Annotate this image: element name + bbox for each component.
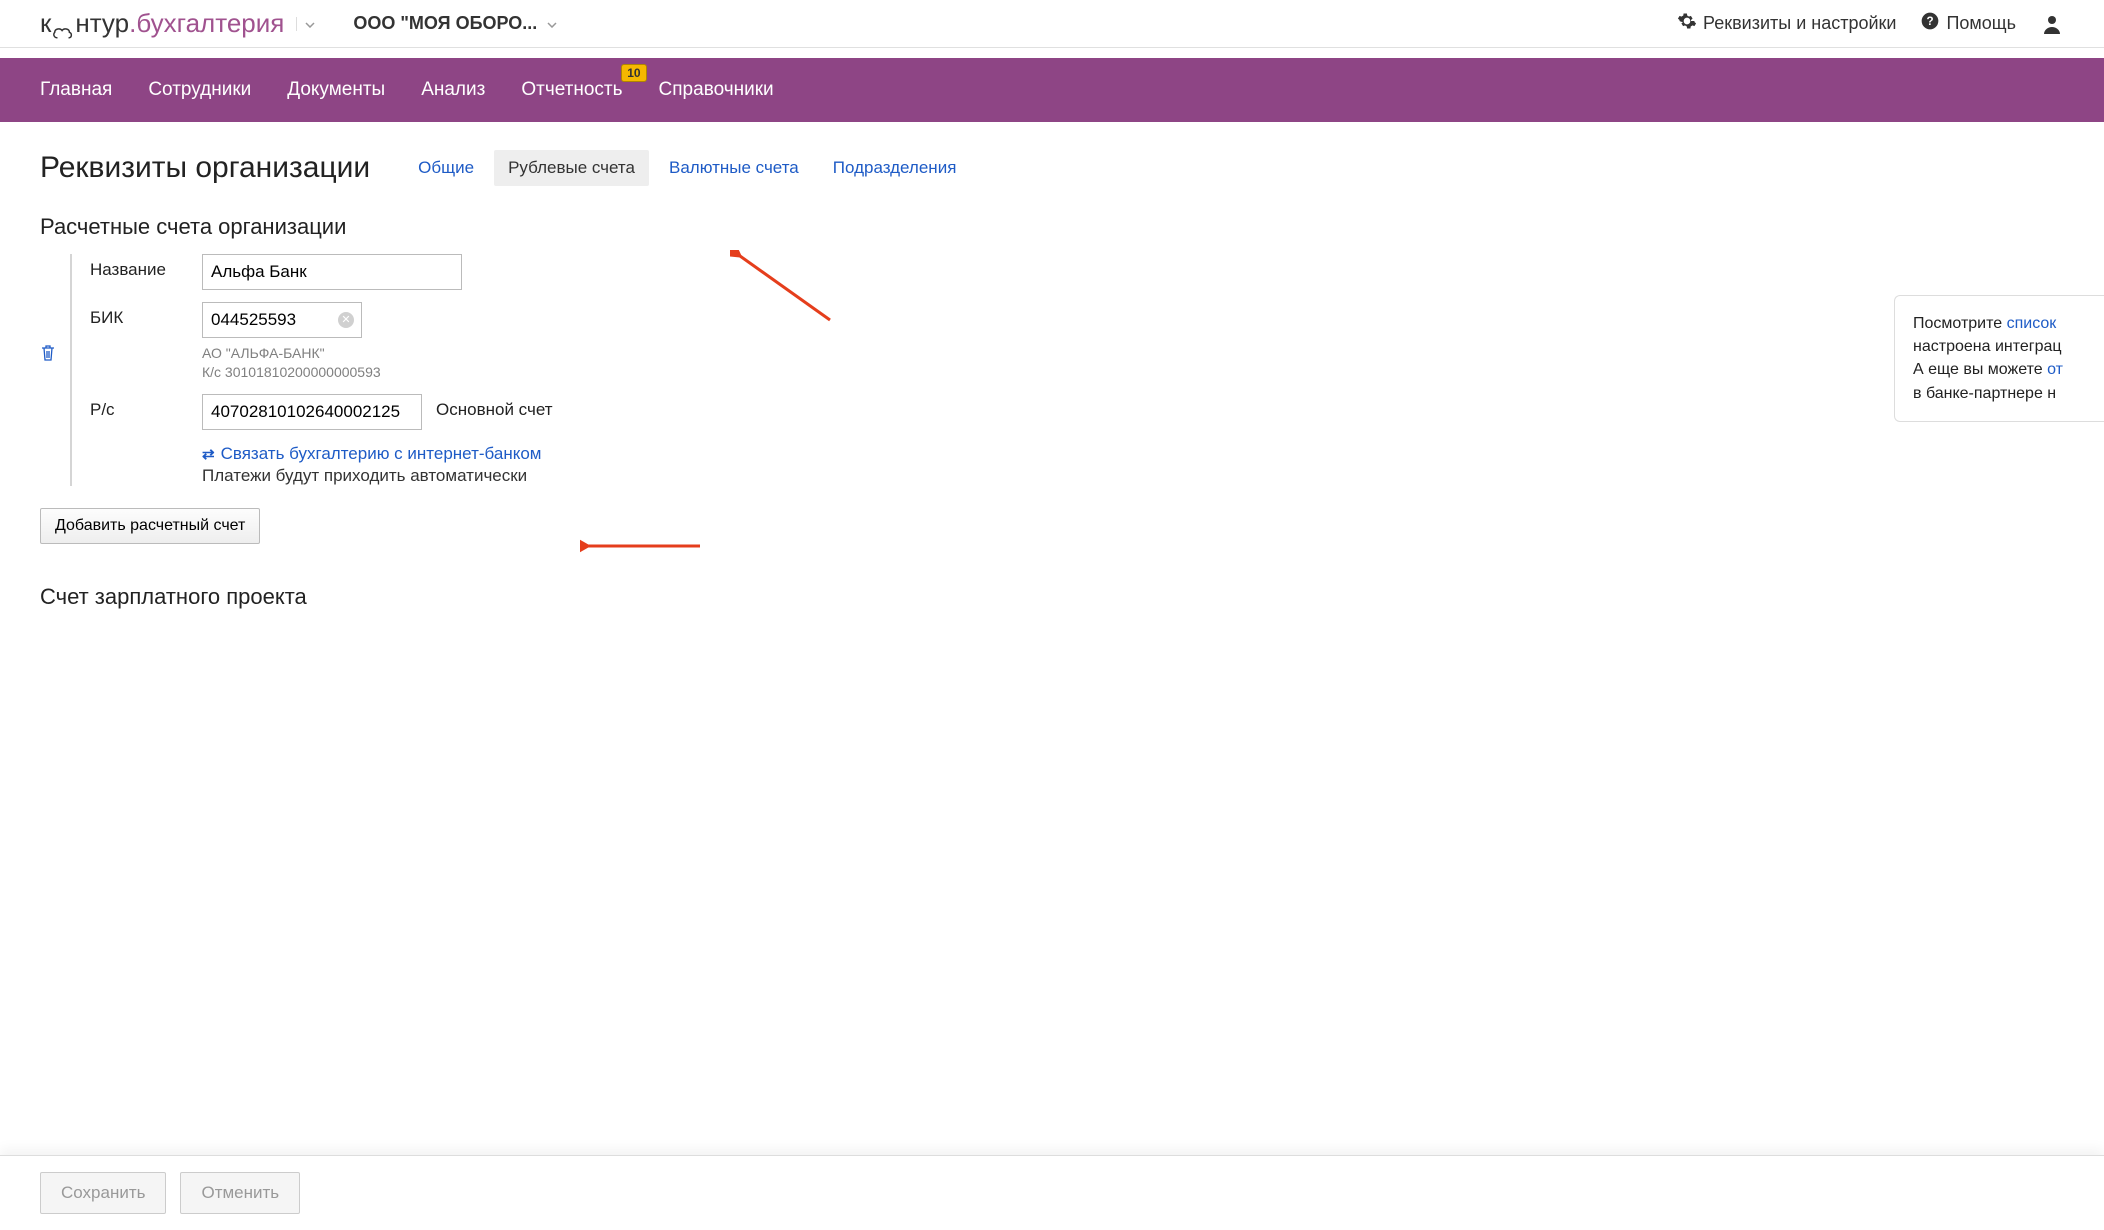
bank-hint-line1: АО "АЛЬФА-БАНК" — [202, 344, 381, 363]
bank-hint-line2: К/с 30101810200000000593 — [202, 363, 381, 382]
link-sub-note: Платежи будут приходить автоматически — [202, 466, 2064, 486]
logo-text-2: нтур — [75, 8, 129, 39]
rs-label: Р/с — [90, 394, 202, 420]
salary-section-title: Счет зарплатного проекта — [40, 584, 2064, 610]
chevron-down-icon — [547, 17, 557, 31]
swap-icon: ⇄ — [202, 445, 215, 463]
logo-accent: .бухгалтерия — [129, 8, 284, 39]
account-block: Название БИК ✕ АО "АЛЬФА-БАНК" К/с 30101… — [40, 254, 2064, 486]
close-icon: ✕ — [341, 315, 350, 326]
help-link[interactable]: ? Помощь — [1920, 11, 2016, 36]
top-header: к нтур .бухгалтерия ООО "МОЯ ОБОРО... Ре… — [0, 0, 2104, 48]
header-right: Реквизиты и настройки ? Помощь — [1677, 11, 2064, 36]
page-header: Реквизиты организации Общие Рублевые сче… — [40, 150, 2064, 186]
name-label: Название — [90, 254, 202, 280]
row-name: Название — [90, 254, 2064, 290]
row-rs: Р/с Основной счет — [90, 394, 2064, 430]
info-open-link[interactable]: от — [2047, 361, 2063, 378]
connect-bank-link[interactable]: Связать бухгалтерию с интернет-банком — [221, 444, 542, 464]
cancel-button[interactable]: Отменить — [180, 1172, 300, 1214]
help-label: Помощь — [1946, 13, 2016, 34]
tab-departments[interactable]: Подразделения — [819, 150, 971, 186]
nav-documents[interactable]: Документы — [269, 58, 403, 122]
link-block: ⇄ Связать бухгалтерию с интернет-банком … — [202, 444, 2064, 486]
user-icon[interactable] — [2040, 12, 2064, 36]
settings-label: Реквизиты и настройки — [1703, 13, 1896, 34]
save-button[interactable]: Сохранить — [40, 1172, 166, 1214]
info-line1a: Посмотрите — [1913, 315, 2007, 332]
info-list-link[interactable]: список — [2007, 315, 2057, 332]
logo[interactable]: к нтур .бухгалтерия — [40, 8, 284, 39]
cloud-icon — [52, 16, 74, 31]
rs-note: Основной счет — [436, 394, 553, 420]
row-bik: БИК ✕ АО "АЛЬФА-БАНК" К/с 30101810200000… — [90, 302, 2064, 382]
trash-icon — [40, 344, 56, 362]
nav-employees[interactable]: Сотрудники — [130, 58, 269, 122]
nav-main[interactable]: Главная — [40, 58, 130, 122]
tabs: Общие Рублевые счета Валютные счета Подр… — [404, 150, 970, 186]
name-input[interactable] — [202, 254, 462, 290]
info-line4: в банке-партнере н — [1913, 385, 2056, 402]
nav-reports-label: Отчетность — [521, 79, 622, 101]
rs-input[interactable] — [202, 394, 422, 430]
bank-hint: АО "АЛЬФА-БАНК" К/с 30101810200000000593 — [202, 344, 381, 382]
info-line3a: А еще вы можете — [1913, 361, 2047, 378]
info-panel: Посмотрите список настроена интеграц А е… — [1894, 295, 2104, 422]
tab-ruble-accounts[interactable]: Рублевые счета — [494, 150, 649, 186]
tab-currency-accounts[interactable]: Валютные счета — [655, 150, 813, 186]
org-selector[interactable]: ООО "МОЯ ОБОРО... — [353, 13, 557, 34]
nav-reports[interactable]: Отчетность 10 — [503, 58, 640, 122]
accounts-section-title: Расчетные счета организации — [40, 214, 2064, 240]
delete-account-button[interactable] — [40, 254, 70, 365]
add-account-button[interactable]: Добавить расчетный счет — [40, 508, 260, 544]
chevron-down-icon — [305, 22, 315, 28]
page-title: Реквизиты организации — [40, 151, 370, 185]
form-column: Название БИК ✕ АО "АЛЬФА-БАНК" К/с 30101… — [70, 254, 2064, 486]
org-name: ООО "МОЯ ОБОРО... — [353, 13, 537, 34]
bik-label: БИК — [90, 302, 202, 328]
info-line2: настроена интеграц — [1913, 338, 2062, 355]
footer-bar: Сохранить Отменить — [0, 1155, 2104, 1230]
svg-text:?: ? — [1927, 15, 1934, 28]
settings-link[interactable]: Реквизиты и настройки — [1677, 11, 1896, 36]
content: Реквизиты организации Общие Рублевые сче… — [0, 122, 2104, 724]
tab-general[interactable]: Общие — [404, 150, 488, 186]
nav-dictionaries[interactable]: Справочники — [641, 58, 792, 122]
help-icon: ? — [1920, 11, 1940, 36]
main-nav: Главная Сотрудники Документы Анализ Отче… — [0, 58, 2104, 122]
logo-text-1: к — [40, 8, 51, 39]
nav-analysis[interactable]: Анализ — [403, 58, 503, 122]
gear-icon — [1677, 11, 1697, 36]
logo-dropdown[interactable] — [296, 17, 323, 31]
clear-bik-button[interactable]: ✕ — [338, 312, 354, 328]
